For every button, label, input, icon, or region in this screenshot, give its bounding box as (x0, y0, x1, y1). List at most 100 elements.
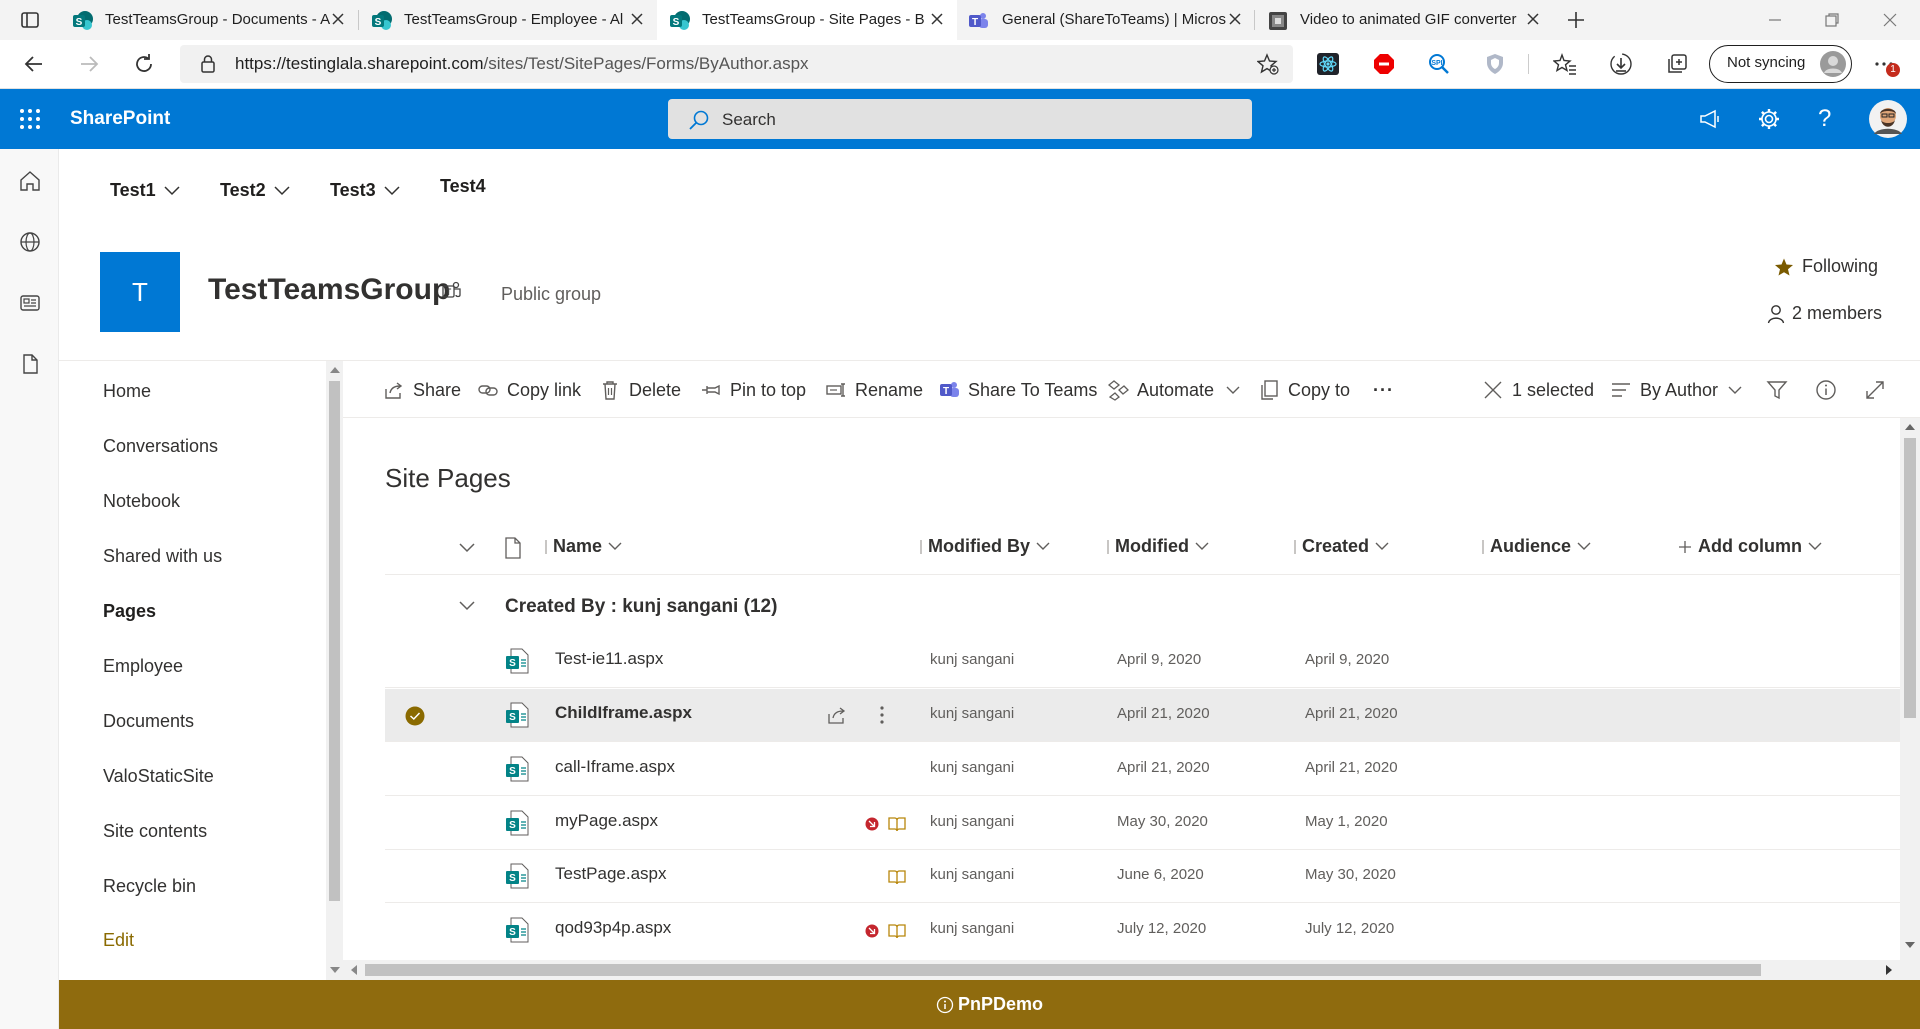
close-icon[interactable] (627, 9, 647, 29)
clear-selection-button[interactable]: 1 selected (1482, 376, 1594, 404)
members-button[interactable]: 2 members (1766, 303, 1882, 324)
share-to-teams-button[interactable]: T Share To Teams (938, 376, 1097, 404)
nav-scrollbar-thumb[interactable] (329, 381, 340, 901)
teams-icon[interactable]: T (440, 280, 462, 302)
table-row[interactable]: S TestPage.aspx kunj sangani June 6, 202… (385, 850, 1900, 903)
minimize-icon[interactable] (1765, 10, 1785, 30)
follow-button[interactable]: Following (1774, 256, 1878, 277)
scroll-up-arrow[interactable] (330, 367, 340, 373)
more-actions-button[interactable]: ··· (1373, 376, 1394, 404)
file-name-link[interactable]: qod93p4p.aspx (555, 918, 671, 938)
file-name-link[interactable]: TestPage.aspx (555, 864, 667, 884)
table-row[interactable]: S myPage.aspx kunj sangani May 30, 2020 … (385, 797, 1900, 850)
collapse-all-groups-icon[interactable] (459, 543, 475, 553)
tab-actions-icon[interactable] (20, 10, 40, 30)
column-header-name[interactable]: Name (545, 536, 622, 557)
add-favorite-icon[interactable] (1257, 53, 1279, 75)
nav-item-shared-with-us[interactable]: Shared with us (103, 546, 222, 567)
modified-by-cell[interactable]: kunj sangani (930, 813, 1014, 830)
modified-by-cell[interactable]: kunj sangani (930, 651, 1014, 668)
row-checkmark-icon[interactable] (405, 706, 425, 726)
browser-tab-employee[interactable]: S TestTeamsGroup - Employee - Al (359, 0, 657, 40)
hubnav-item-test4[interactable]: Test4 (440, 176, 486, 197)
hubnav-item-test3[interactable]: Test3 (330, 180, 400, 201)
info-pane-button[interactable] (1815, 376, 1837, 404)
hubnav-item-test2[interactable]: Test2 (220, 180, 290, 201)
files-icon[interactable] (18, 352, 42, 376)
favorites-icon[interactable] (1553, 52, 1577, 76)
modified-by-cell[interactable]: kunj sangani (930, 759, 1014, 776)
modified-by-cell[interactable]: kunj sangani (930, 866, 1014, 883)
site-logo[interactable]: T (100, 252, 180, 332)
new-tab-icon[interactable] (1565, 9, 1587, 31)
megaphone-icon[interactable] (1698, 107, 1722, 131)
nav-item-recycle-bin[interactable]: Recycle bin (103, 876, 196, 897)
close-icon[interactable] (1523, 9, 1543, 29)
nav-item-site-contents[interactable]: Site contents (103, 821, 207, 842)
checked-out-status-icon[interactable] (865, 924, 879, 938)
browser-tab-gif-converter[interactable]: Video to animated GIF converter (1255, 0, 1553, 40)
table-row[interactable]: S qod93p4p.aspx kunj sangani July 12, 20… (385, 904, 1900, 956)
list-vertical-scrollbar[interactable] (1900, 418, 1920, 980)
table-row[interactable]: S call-Iframe.aspx kunj sangani April 21… (385, 743, 1900, 796)
checked-out-status-icon[interactable] (865, 817, 879, 831)
full-screen-button[interactable] (1864, 376, 1886, 404)
react-devtools-icon[interactable] (1316, 52, 1340, 76)
downloads-icon[interactable] (1609, 52, 1633, 76)
sharepoint-brand[interactable]: SharePoint (70, 108, 170, 130)
nav-item-home[interactable]: Home (103, 381, 151, 402)
forward-icon[interactable] (77, 52, 101, 76)
vertical-scrollbar-thumb[interactable] (1904, 438, 1916, 718)
group-header[interactable]: Created By : kunj sangani (12) (505, 596, 777, 618)
table-row[interactable]: S Test-ie11.aspx kunj sangani April 9, 2… (385, 635, 1900, 688)
profile-sync-button[interactable]: Not syncing (1709, 45, 1852, 83)
modified-by-cell[interactable]: kunj sangani (930, 705, 1014, 722)
settings-gear-icon[interactable] (1757, 107, 1781, 131)
lock-icon[interactable] (199, 54, 217, 74)
address-bar[interactable]: https://testinglala.sharepoint.com/sites… (180, 45, 1293, 83)
page-details-icon[interactable] (888, 816, 906, 832)
column-header-modified[interactable]: Modified (1107, 536, 1209, 557)
shield-icon[interactable] (1483, 52, 1507, 76)
nav-item-notebook[interactable]: Notebook (103, 491, 180, 512)
nav-item-conversations[interactable]: Conversations (103, 436, 218, 457)
filter-button[interactable] (1766, 376, 1788, 404)
list-horizontal-scrollbar[interactable] (343, 960, 1900, 980)
collections-icon[interactable] (1665, 52, 1689, 76)
column-header-modified-by[interactable]: Modified By (920, 536, 1050, 557)
pin-to-top-button[interactable]: Pin to top (700, 376, 806, 404)
file-type-header-icon[interactable] (503, 537, 523, 559)
share-button[interactable]: Share (383, 376, 461, 404)
globe-icon[interactable] (18, 230, 42, 254)
nav-item-documents[interactable]: Documents (103, 711, 194, 732)
user-avatar[interactable] (1869, 100, 1907, 138)
adblock-icon[interactable] (1372, 52, 1396, 76)
column-header-audience[interactable]: Audience (1482, 536, 1591, 557)
share-row-icon[interactable] (827, 705, 847, 725)
page-details-icon[interactable] (888, 869, 906, 885)
copy-to-button[interactable]: Copy to (1258, 376, 1350, 404)
nav-item-valostaticsite[interactable]: ValoStaticSite (103, 766, 214, 787)
view-switcher-button[interactable]: By Author (1610, 376, 1742, 404)
browser-tab-documents[interactable]: S TestTeamsGroup - Documents - A (60, 0, 358, 40)
restore-icon[interactable] (1822, 10, 1842, 30)
browser-tab-site-pages[interactable]: S TestTeamsGroup - Site Pages - B (657, 0, 957, 40)
scroll-down-arrow[interactable] (1905, 942, 1915, 948)
hubnav-item-test1[interactable]: Test1 (110, 180, 180, 201)
sp-editor-icon[interactable]: SPI (1427, 52, 1451, 76)
scroll-right-arrow[interactable] (1886, 965, 1892, 975)
file-name-link[interactable]: myPage.aspx (555, 811, 658, 831)
delete-button[interactable]: Delete (599, 376, 681, 404)
help-icon[interactable]: ? (1818, 105, 1831, 133)
nav-item-pages[interactable]: Pages (103, 601, 156, 622)
browser-tab-teams[interactable]: T General (ShareToTeams) | Micros (957, 0, 1255, 40)
more-options-icon[interactable] (879, 705, 885, 725)
back-icon[interactable] (22, 52, 46, 76)
rename-button[interactable]: Rename (825, 376, 923, 404)
scroll-up-arrow[interactable] (1905, 424, 1915, 430)
table-row-selected[interactable]: S ChildIframe.aspx kunj sangani April 21… (385, 689, 1900, 742)
refresh-icon[interactable] (132, 52, 156, 76)
search-input[interactable]: Search (668, 99, 1252, 139)
app-launcher-icon[interactable] (19, 108, 41, 130)
group-collapse-icon[interactable] (459, 601, 475, 611)
